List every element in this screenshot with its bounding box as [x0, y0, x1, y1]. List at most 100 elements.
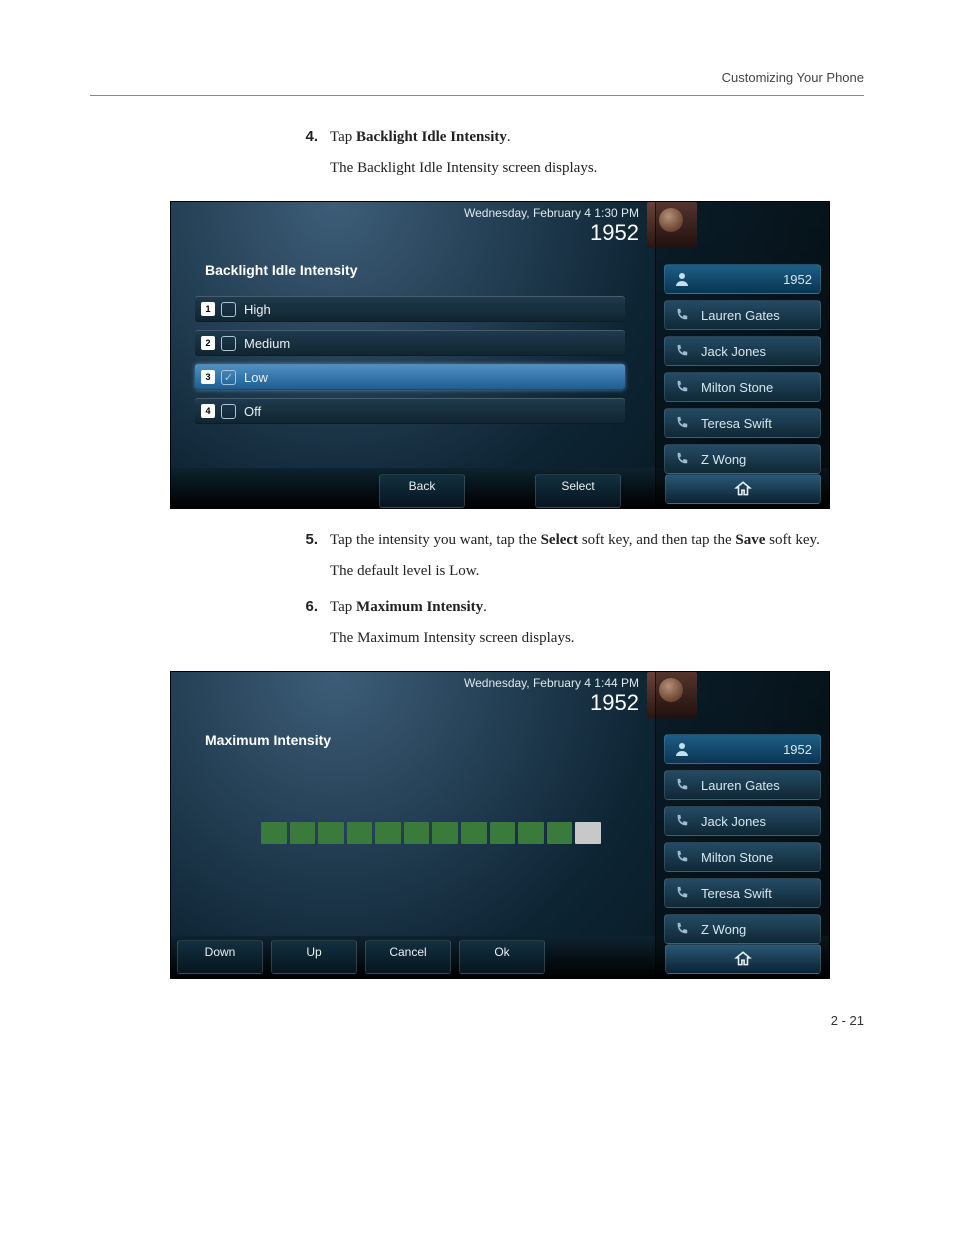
step-4-sub: The Backlight Idle Intensity screen disp…: [330, 157, 597, 180]
option-medium[interactable]: 2 Medium: [195, 330, 625, 356]
option-index: 3: [201, 370, 215, 384]
phone-icon: [673, 812, 691, 830]
side-column: 1952 Lauren Gates Jack Jones: [655, 202, 829, 508]
side-contact[interactable]: Jack Jones: [664, 336, 821, 366]
home-button[interactable]: [665, 474, 821, 504]
up-button[interactable]: Up: [271, 940, 357, 974]
side-contact[interactable]: Z Wong: [664, 444, 821, 474]
option-label: Medium: [244, 336, 290, 351]
option-index: 1: [201, 302, 215, 316]
step-5-text-a: Tap the intensity you want, tap the: [330, 532, 541, 548]
step-4: 4. Tap Backlight Idle Intensity. The Bac…: [290, 126, 864, 187]
home-icon: [734, 480, 752, 498]
side-contact[interactable]: Lauren Gates: [664, 770, 821, 800]
option-off[interactable]: 4 Off: [195, 398, 625, 424]
side-extension[interactable]: 1952: [664, 264, 821, 294]
status-datetime: Wednesday, February 4 1:44 PM: [171, 676, 649, 690]
side-contact[interactable]: Jack Jones: [664, 806, 821, 836]
side-contact-label: Milton Stone: [701, 850, 773, 865]
phone-icon: [673, 450, 691, 468]
step-6-bold: Maximum Intensity: [356, 599, 483, 615]
slider-segment: [404, 822, 430, 844]
side-contact-label: Z Wong: [701, 922, 746, 937]
side-extension-label: 1952: [701, 742, 812, 757]
screen-title: Backlight Idle Intensity: [205, 262, 357, 278]
step-5: 5. Tap the intensity you want, tap the S…: [290, 529, 864, 590]
slider-segment: [518, 822, 544, 844]
checkbox-checked-icon: ✓: [221, 370, 236, 385]
home-icon: [734, 950, 752, 968]
step-4-lead: Tap: [330, 129, 356, 145]
cancel-button[interactable]: Cancel: [365, 940, 451, 974]
person-icon: [673, 270, 691, 288]
side-contact-label: Z Wong: [701, 452, 746, 467]
option-label: Low: [244, 370, 268, 385]
phone-icon: [673, 776, 691, 794]
side-column: 1952 Lauren Gates Jack Jones: [655, 672, 829, 978]
step-5-bold-2: Save: [735, 532, 765, 548]
step-6: 6. Tap Maximum Intensity. The Maximum In…: [290, 596, 864, 657]
step-6-sub: The Maximum Intensity screen displays.: [330, 627, 575, 650]
checkbox-icon: [221, 336, 236, 351]
intensity-slider[interactable]: [261, 822, 601, 844]
down-button[interactable]: Down: [177, 940, 263, 974]
step-5-bold-1: Select: [541, 532, 578, 548]
side-contact[interactable]: Teresa Swift: [664, 878, 821, 908]
slider-segment: [461, 822, 487, 844]
ok-button[interactable]: Ok: [459, 940, 545, 974]
phone-icon: [673, 414, 691, 432]
side-contact-label: Lauren Gates: [701, 778, 780, 793]
side-contact[interactable]: Z Wong: [664, 914, 821, 944]
side-contact[interactable]: Lauren Gates: [664, 300, 821, 330]
side-contact[interactable]: Teresa Swift: [664, 408, 821, 438]
step-number: 4.: [290, 126, 318, 187]
option-label: High: [244, 302, 271, 317]
option-low[interactable]: 3 ✓ Low: [195, 364, 625, 390]
slider-segment: [290, 822, 316, 844]
status-datetime: Wednesday, February 4 1:30 PM: [171, 206, 649, 220]
side-contact[interactable]: Milton Stone: [664, 842, 821, 872]
back-button[interactable]: Back: [379, 474, 465, 508]
step-5-sub: The default level is Low.: [330, 560, 820, 583]
slider-segment: [432, 822, 458, 844]
option-index: 2: [201, 336, 215, 350]
screen-title: Maximum Intensity: [205, 732, 331, 748]
step-5-text-b: soft key, and then tap the: [578, 532, 735, 548]
step-4-tail: .: [507, 129, 511, 145]
phone-icon: [673, 378, 691, 396]
page-header-section: Customizing Your Phone: [90, 70, 864, 95]
slider-segment-empty: [575, 822, 601, 844]
phone-icon: [673, 884, 691, 902]
phone-icon: [673, 920, 691, 938]
option-high[interactable]: 1 High: [195, 296, 625, 322]
status-extension: 1952: [590, 690, 639, 716]
side-contact-label: Teresa Swift: [701, 416, 772, 431]
side-contact-label: Jack Jones: [701, 814, 766, 829]
slider-segment: [490, 822, 516, 844]
step-6-tail: .: [483, 599, 487, 615]
header-rule: [90, 95, 864, 96]
step-4-bold: Backlight Idle Intensity: [356, 129, 507, 145]
slider-segment: [375, 822, 401, 844]
checkbox-icon: [221, 404, 236, 419]
step-number: 5.: [290, 529, 318, 590]
slider-segment: [347, 822, 373, 844]
side-extension-label: 1952: [701, 272, 812, 287]
phone-screen-max-intensity: Wednesday, February 4 1:44 PM 1952 Maxim…: [170, 671, 830, 979]
side-contact-label: Jack Jones: [701, 344, 766, 359]
option-label: Off: [244, 404, 261, 419]
page-number: 2 - 21: [90, 1013, 864, 1028]
phone-screen-backlight: Wednesday, February 4 1:30 PM 1952 Backl…: [170, 201, 830, 509]
select-button[interactable]: Select: [535, 474, 621, 508]
slider-segment: [547, 822, 573, 844]
side-contact-label: Milton Stone: [701, 380, 773, 395]
side-extension[interactable]: 1952: [664, 734, 821, 764]
step-6-lead: Tap: [330, 599, 356, 615]
step-number: 6.: [290, 596, 318, 657]
side-contact[interactable]: Milton Stone: [664, 372, 821, 402]
step-5-text-c: soft key.: [765, 532, 819, 548]
home-button[interactable]: [665, 944, 821, 974]
phone-icon: [673, 848, 691, 866]
option-index: 4: [201, 404, 215, 418]
side-contact-label: Teresa Swift: [701, 886, 772, 901]
